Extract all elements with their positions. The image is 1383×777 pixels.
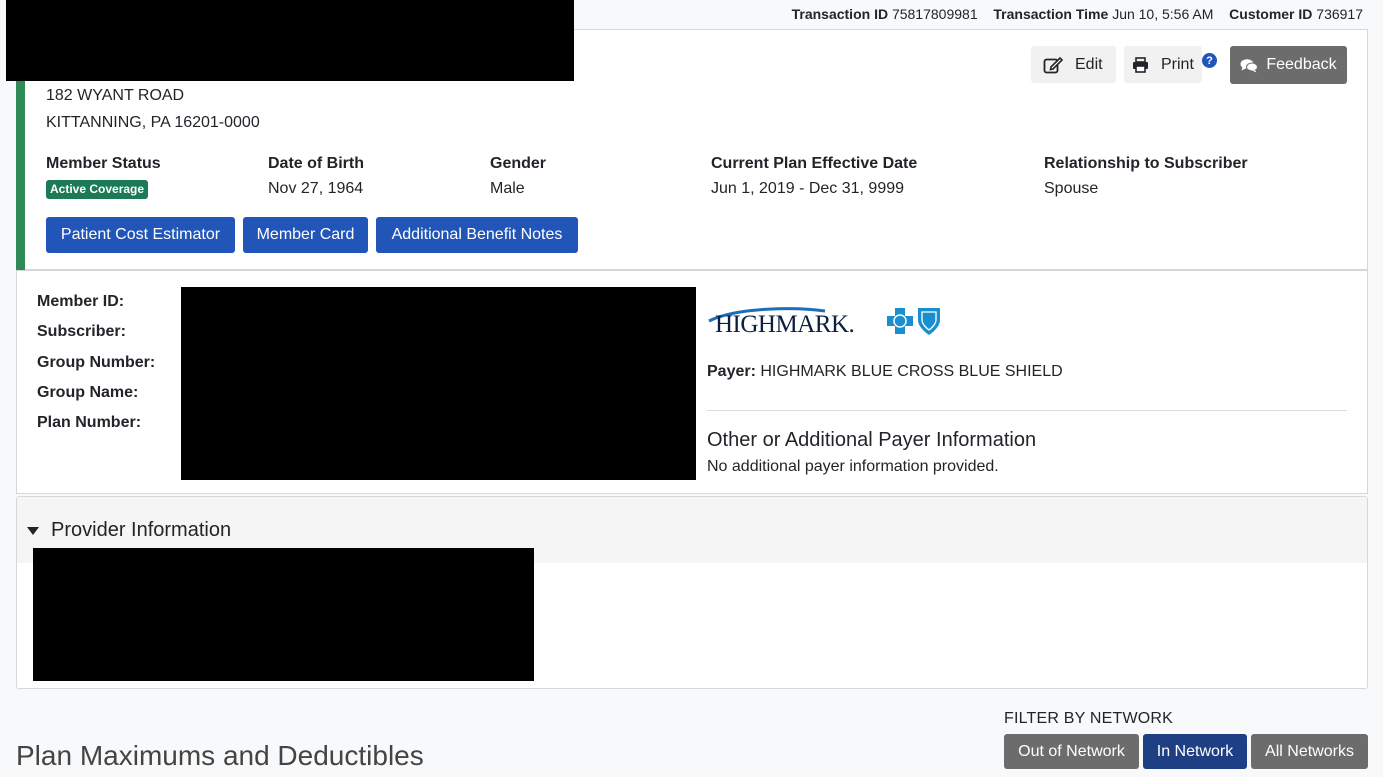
caret-down-icon[interactable] — [27, 527, 39, 535]
patient-cost-estimator-button[interactable]: Patient Cost Estimator — [46, 217, 235, 253]
comments-icon — [1240, 58, 1259, 72]
relationship-value: Spouse — [1044, 180, 1099, 197]
customer-id-label: Customer ID — [1229, 6, 1313, 22]
customer-id-value: 736917 — [1316, 6, 1363, 22]
payer-label: Payer: — [707, 363, 756, 380]
dob-value: Nov 27, 1964 — [268, 180, 364, 197]
member-id-label: Member ID: — [37, 293, 125, 310]
status-badge: Active Coverage — [46, 180, 149, 199]
feedback-label: Feedback — [1266, 56, 1337, 73]
plan-number-label: Plan Number: — [37, 414, 142, 431]
all-networks-button[interactable]: All Networks — [1251, 734, 1368, 769]
gender-label: Gender — [490, 155, 547, 172]
plan-effective-date-value: Jun 1, 2019 - Dec 31, 9999 — [711, 180, 905, 197]
gender-value: Male — [490, 180, 525, 197]
redacted-id-values — [181, 287, 696, 480]
payer-row: Payer: HIGHMARK BLUE CROSS BLUE SHIELD — [707, 363, 1063, 381]
redacted-member-name — [6, 0, 574, 81]
help-icon[interactable]: ? — [1202, 53, 1217, 68]
out-of-network-button[interactable]: Out of Network — [1004, 734, 1139, 769]
dob-label: Date of Birth — [268, 155, 364, 172]
address-line-1: 182 WYANT ROAD — [46, 87, 185, 104]
group-number-label: Group Number: — [37, 354, 156, 371]
print-label: Print — [1161, 55, 1194, 73]
filter-by-network-label: FILTER BY NETWORK — [1004, 710, 1174, 727]
other-payer-text: No additional payer information provided… — [707, 458, 999, 475]
group-name-label: Group Name: — [37, 384, 139, 401]
in-network-button[interactable]: In Network — [1143, 734, 1247, 769]
transaction-time-label: Transaction Time — [993, 6, 1109, 22]
payer-value: HIGHMARK BLUE CROSS BLUE SHIELD — [760, 363, 1063, 380]
member-card-button[interactable]: Member Card — [243, 217, 368, 253]
provider-info-title[interactable]: Provider Information — [51, 519, 231, 542]
feedback-button[interactable]: Feedback — [1230, 46, 1347, 84]
transaction-time-value: Jun 10, 5:56 AM — [1112, 6, 1214, 22]
printer-icon — [1133, 56, 1148, 73]
edit-label: Edit — [1075, 55, 1103, 73]
member-status-label: Member Status — [46, 155, 161, 172]
transaction-bar: Transaction ID 75817809981 Transaction T… — [792, 6, 1363, 22]
print-button[interactable]: Print — [1124, 46, 1202, 83]
plan-effective-date-label: Current Plan Effective Date — [711, 155, 918, 172]
edit-button[interactable]: Edit — [1031, 46, 1116, 83]
additional-benefit-notes-button[interactable]: Additional Benefit Notes — [376, 217, 578, 253]
subscriber-label: Subscriber: — [37, 323, 126, 340]
edit-icon — [1043, 56, 1063, 73]
logo-wordmark: HIGHMARK. — [715, 311, 854, 338]
redacted-provider-details — [33, 548, 534, 681]
other-payer-heading: Other or Additional Payer Information — [707, 429, 1037, 451]
address-line-2: KITTANNING, PA 16201-0000 — [46, 114, 260, 131]
transaction-id-value: 75817809981 — [891, 6, 978, 22]
relationship-label: Relationship to Subscriber — [1044, 155, 1248, 172]
payer-divider — [707, 410, 1347, 411]
highmark-logo: HIGHMARK. — [707, 305, 942, 346]
plan-maximums-title: Plan Maximums and Deductibles — [16, 740, 424, 771]
transaction-id-label: Transaction ID — [791, 6, 889, 22]
